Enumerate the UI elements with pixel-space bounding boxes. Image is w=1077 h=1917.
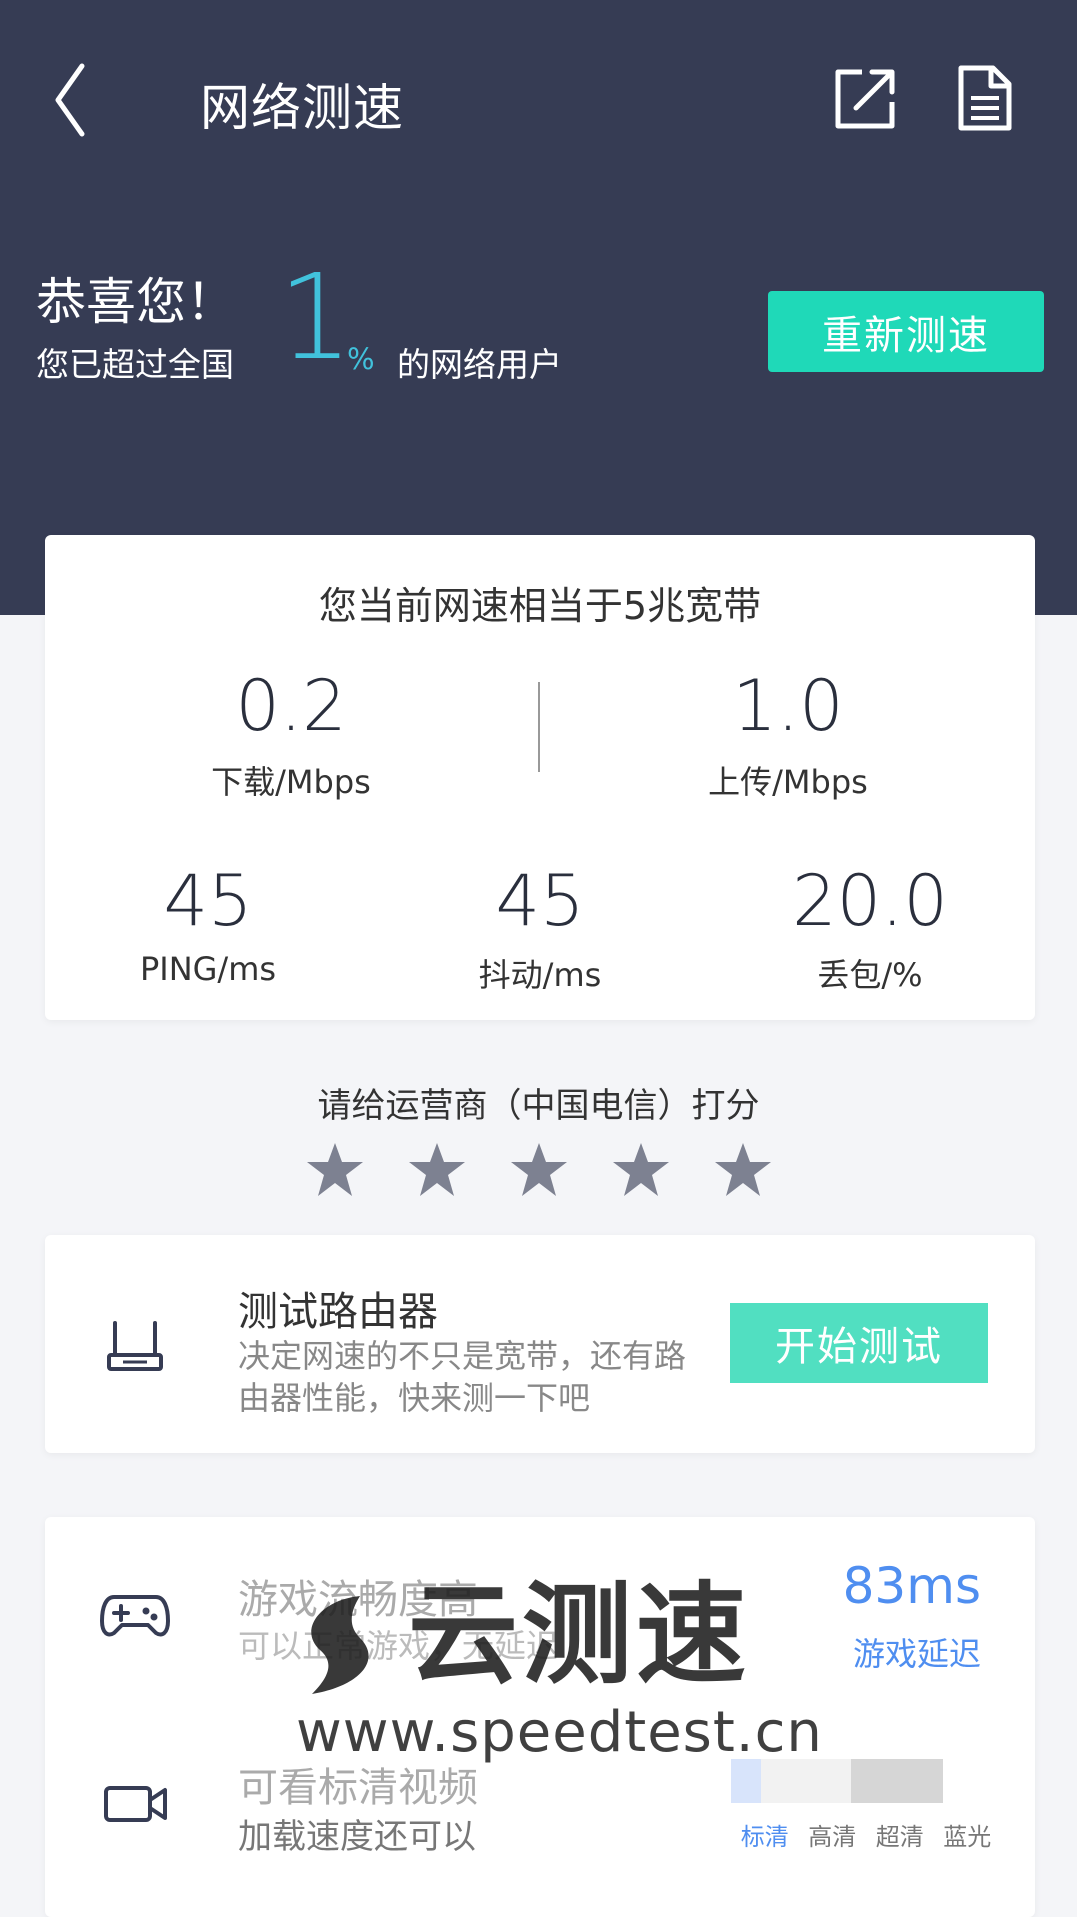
quality-label: 标清	[740, 1823, 789, 1851]
video-quality-labels: 标清 高清 超清 蓝光	[731, 1817, 1001, 1852]
rating-star-icon[interactable]	[611, 1140, 671, 1200]
watermark-logo-icon	[311, 1596, 369, 1694]
jitter-label: 抖动/ms	[478, 956, 602, 994]
start-router-test-button[interactable]: 开始测试	[730, 1303, 988, 1383]
rating-star-icon[interactable]	[713, 1140, 773, 1200]
back-button[interactable]	[50, 60, 120, 140]
router-test-desc: 决定网速的不只是宽带，还有路由器性能，快来测一下吧	[238, 1337, 687, 1417]
rank-value: 1	[278, 248, 354, 386]
share-icon	[835, 69, 895, 129]
quality-segment	[851, 1759, 943, 1803]
router-icon	[105, 1315, 165, 1375]
rating-stars[interactable]	[0, 1140, 1077, 1200]
game-latency-value: 83ms	[842, 1557, 981, 1615]
video-camera-icon	[103, 1782, 169, 1826]
upload-label: 上传/Mbps	[708, 763, 868, 801]
upload-value: 1.0	[732, 665, 844, 747]
jitter-value: 45	[495, 860, 585, 942]
report-button[interactable]	[955, 64, 1015, 134]
quality-segment	[731, 1759, 761, 1803]
rank-suffix-text: 的网络用户	[397, 345, 562, 384]
rating-star-icon[interactable]	[305, 1140, 365, 1200]
ping-label: PING/ms	[139, 950, 277, 988]
bandwidth-equivalent: 您当前网速相当于5兆宽带	[318, 584, 762, 628]
quality-label: 超清	[875, 1823, 924, 1851]
speed-result-card: 您当前网速相当于5兆宽带 0.2 下载/Mbps 1.0 上传/Mbps 45 …	[45, 535, 1035, 1020]
rating-title: 请给运营商（中国电信）打分	[317, 1086, 760, 1126]
gamepad-icon	[100, 1587, 170, 1643]
rank-prefix-text: 您已超过全国	[36, 345, 234, 384]
router-test-title: 测试路由器	[238, 1289, 438, 1335]
rating-star-icon[interactable]	[407, 1140, 467, 1200]
chevron-left-icon	[55, 63, 85, 137]
ping-value: 45	[163, 860, 253, 942]
top-bar: 网络测速	[0, 0, 1077, 200]
quality-label: 蓝光	[943, 1823, 992, 1851]
share-button[interactable]	[832, 64, 902, 134]
watermark-url: www.speedtest.cn	[296, 1700, 823, 1765]
download-label: 下载/Mbps	[211, 763, 371, 801]
page-title: 网络测速	[200, 79, 404, 137]
game-latency-label: 游戏延迟	[852, 1635, 981, 1673]
quality-label: 高清	[808, 1823, 857, 1851]
router-test-card: 测试路由器 决定网速的不只是宽带，还有路由器性能，快来测一下吧 开始测试	[45, 1235, 1035, 1453]
packet-loss-label: 丢包/%	[817, 956, 923, 994]
download-value: 0.2	[235, 665, 347, 747]
video-quality-bar	[731, 1759, 983, 1803]
video-quality-desc: 加载速度还可以	[238, 1817, 476, 1857]
congrats-text: 恭喜您！	[36, 273, 236, 331]
retest-button[interactable]: 重新测速	[768, 291, 1044, 372]
packet-loss-value: 20.0	[792, 860, 948, 942]
quality-segment	[761, 1759, 851, 1803]
watermark-brand: 云测速	[408, 1571, 750, 1699]
rank-unit: %	[347, 342, 375, 376]
rating-star-icon[interactable]	[509, 1140, 569, 1200]
metric-divider	[538, 682, 540, 772]
document-icon	[958, 65, 1012, 131]
